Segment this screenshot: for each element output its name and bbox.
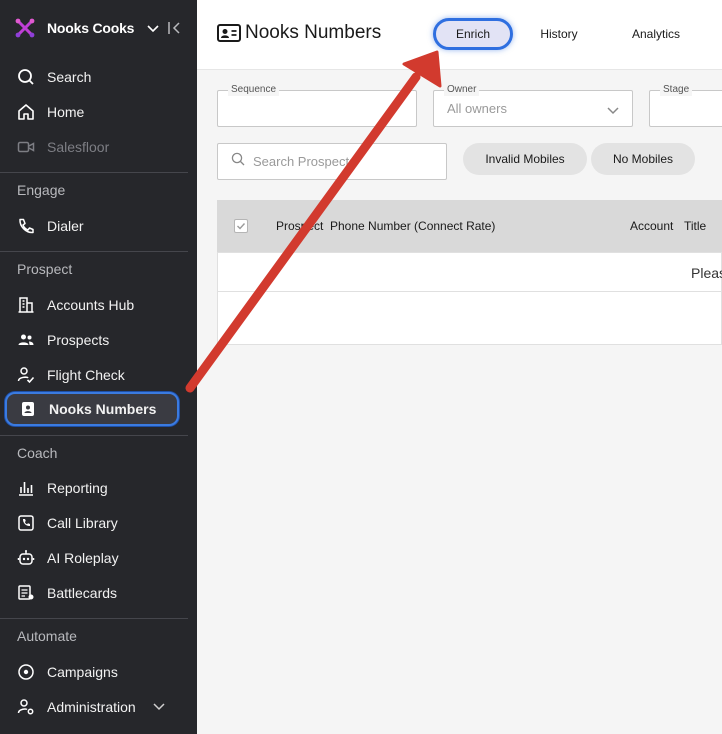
- people-icon: [17, 331, 35, 349]
- sequence-filter[interactable]: Sequence: [217, 84, 417, 127]
- sidebar-item-call-library[interactable]: Call Library: [0, 505, 197, 540]
- sidebar-item-label: Search: [47, 68, 92, 85]
- sidebar-item-campaigns[interactable]: Campaigns: [0, 654, 197, 689]
- workspace-name: Nooks Cooks: [47, 20, 135, 36]
- workspace-switcher[interactable]: Nooks Cooks: [14, 14, 189, 42]
- tab-analytics[interactable]: Analytics: [621, 18, 691, 50]
- sidebar-item-ai-roleplay[interactable]: AI Roleplay: [0, 540, 197, 575]
- divider: [0, 435, 188, 436]
- sidebar-item-label: Home: [47, 103, 85, 120]
- table-empty-row: Please: [217, 252, 722, 292]
- tab-enrich[interactable]: Enrich: [433, 18, 513, 50]
- sidebar-item-flight-check[interactable]: Flight Check: [0, 357, 197, 392]
- sidebar-item-nooks-numbers[interactable]: Nooks Numbers: [5, 392, 179, 426]
- divider: [0, 251, 188, 252]
- search-prospects-field[interactable]: [217, 143, 447, 180]
- sidebar-item-label: Nooks Numbers: [49, 401, 157, 417]
- search-prospects-input[interactable]: [253, 154, 433, 169]
- sidebar-item-label: Flight Check: [47, 366, 125, 383]
- section-label-prospect: Prospect: [17, 261, 73, 277]
- select-all-checkbox[interactable]: [234, 219, 248, 233]
- sequence-filter-label: Sequence: [228, 84, 280, 96]
- chevron-down-icon: [152, 699, 166, 713]
- column-header-prospect[interactable]: Prospect: [276, 219, 323, 233]
- sidebar-item-administration[interactable]: Administration: [0, 689, 197, 724]
- column-header-phone-number[interactable]: Phone Number (Connect Rate): [329, 219, 496, 233]
- main-content: Nooks Numbers Enrich History Analytics S…: [197, 0, 722, 734]
- column-header-title[interactable]: Title: [684, 219, 706, 233]
- battlecards-icon: [17, 584, 35, 602]
- divider: [0, 618, 188, 619]
- search-icon: [231, 152, 245, 171]
- sidebar-item-label: Campaigns: [47, 663, 118, 680]
- robot-icon: [17, 549, 35, 567]
- sidebar-item-label: Dialer: [47, 217, 84, 234]
- sidebar: Nooks Cooks Search Home Salesfloor Engag…: [0, 0, 197, 734]
- sidebar-item-salesfloor[interactable]: Salesfloor: [0, 129, 197, 164]
- no-mobiles-filter-chip[interactable]: No Mobiles: [591, 143, 695, 175]
- owner-filter[interactable]: Owner All owners: [433, 84, 633, 127]
- sidebar-item-label: Reporting: [47, 479, 108, 496]
- sidebar-item-label: AI Roleplay: [47, 549, 119, 566]
- section-label-engage: Engage: [17, 182, 66, 198]
- top-bar: Nooks Numbers Enrich History Analytics: [197, 0, 722, 70]
- sidebar-item-label: Administration: [47, 698, 136, 715]
- bar-chart-icon: [17, 479, 35, 497]
- contact-book-icon: [19, 400, 37, 418]
- building-icon: [17, 296, 35, 314]
- sidebar-item-label: Salesfloor: [47, 138, 110, 155]
- tab-history[interactable]: History: [527, 18, 591, 50]
- sidebar-item-label: Prospects: [47, 331, 110, 348]
- table-header: Prospect Phone Number (Connect Rate) Acc…: [217, 200, 722, 252]
- stage-filter-label: Stage: [660, 84, 693, 96]
- section-label-automate: Automate: [17, 628, 77, 644]
- target-icon: [17, 663, 35, 681]
- page-title: Nooks Numbers: [217, 22, 381, 44]
- divider: [0, 172, 188, 173]
- sidebar-item-accounts-hub[interactable]: Accounts Hub: [0, 287, 197, 322]
- video-camera-icon: [17, 138, 35, 156]
- sidebar-item-prospects[interactable]: Prospects: [0, 322, 197, 357]
- call-library-icon: [17, 514, 35, 532]
- nooks-logo-icon: [14, 17, 36, 39]
- page-title-text: Nooks Numbers: [245, 22, 382, 43]
- sidebar-item-dialer[interactable]: Dialer: [0, 208, 197, 243]
- person-gear-icon: [17, 698, 35, 716]
- sidebar-item-label: Battlecards: [47, 584, 118, 601]
- contact-card-icon: [217, 23, 241, 43]
- sidebar-item-label: Call Library: [47, 514, 118, 531]
- sidebar-item-search[interactable]: Search: [0, 59, 197, 94]
- stage-filter[interactable]: Stage: [649, 84, 722, 127]
- empty-state-message: Please: [691, 265, 722, 281]
- chevron-down-icon: [606, 103, 620, 117]
- sidebar-item-label: Accounts Hub: [47, 296, 135, 313]
- person-check-icon: [17, 366, 35, 384]
- owner-filter-value: All owners: [447, 101, 507, 116]
- sidebar-item-battlecards[interactable]: Battlecards: [0, 575, 197, 610]
- invalid-mobiles-filter-chip[interactable]: Invalid Mobiles: [463, 143, 587, 175]
- chevron-down-icon: [146, 21, 160, 35]
- column-header-account[interactable]: Account: [630, 219, 673, 233]
- owner-filter-label: Owner: [444, 84, 480, 96]
- section-label-coach: Coach: [17, 445, 58, 461]
- home-icon: [17, 103, 35, 121]
- collapse-sidebar-icon[interactable]: [166, 20, 182, 36]
- search-icon: [17, 68, 35, 86]
- table-row: [217, 291, 722, 345]
- sidebar-item-reporting[interactable]: Reporting: [0, 470, 197, 505]
- phone-icon: [17, 217, 35, 235]
- sidebar-item-home[interactable]: Home: [0, 94, 197, 129]
